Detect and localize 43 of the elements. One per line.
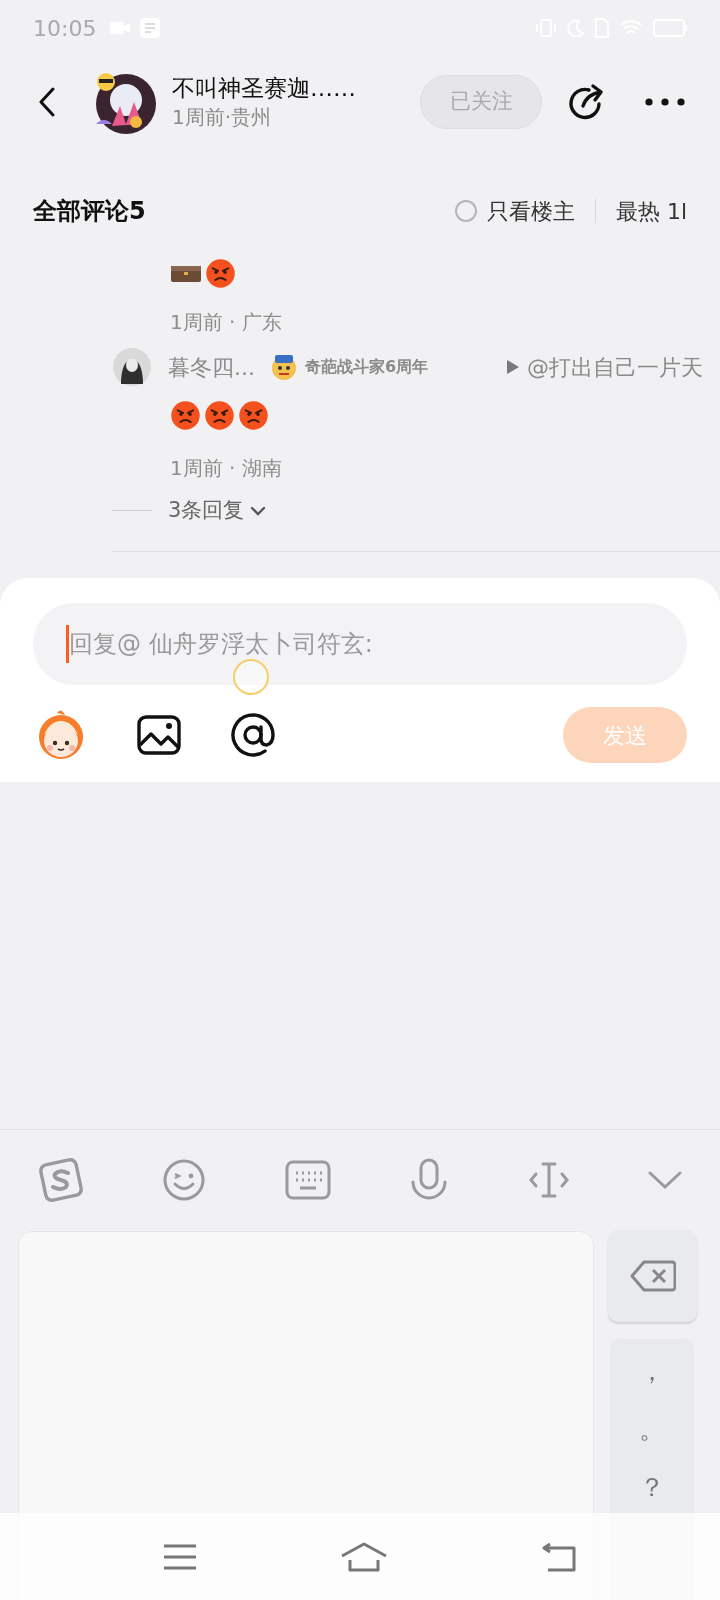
owner-only-radio[interactable] bbox=[454, 200, 477, 222]
emoji-icon[interactable] bbox=[162, 1157, 207, 1202]
image-icon[interactable] bbox=[137, 715, 181, 755]
home-icon[interactable] bbox=[340, 1541, 388, 1572]
back-icon bbox=[39, 87, 55, 117]
cartoon-badge-icon bbox=[269, 352, 299, 382]
angry-face-icon bbox=[238, 400, 269, 431]
owner-only-label[interactable]: 只看楼主 bbox=[486, 194, 575, 228]
back-icon[interactable] bbox=[542, 1541, 578, 1572]
chevron-down-icon[interactable] bbox=[647, 1169, 682, 1190]
reply-target[interactable]: @打出自己一片天 bbox=[527, 350, 703, 384]
keyboard-icon[interactable] bbox=[284, 1159, 331, 1200]
chevron-down-icon bbox=[250, 505, 267, 516]
angry-face-icon bbox=[204, 400, 235, 431]
comments-title: 全部评论5 bbox=[33, 196, 146, 227]
touch-indicator bbox=[233, 659, 269, 695]
angry-face-icon bbox=[205, 258, 236, 289]
user-avatar[interactable] bbox=[113, 348, 151, 386]
more-icon bbox=[645, 98, 685, 106]
comment-meta: 1周前 · 广东 bbox=[170, 309, 282, 336]
menu-icon[interactable] bbox=[163, 1542, 197, 1571]
status-time: 10:05 bbox=[33, 14, 97, 43]
text-cursor-icon[interactable] bbox=[527, 1160, 570, 1199]
angry-face-icon bbox=[170, 400, 201, 431]
follow-button[interactable]: 已关注 bbox=[420, 75, 542, 129]
reply-input[interactable]: 回复@ 仙舟罗浮太卜司符玄: bbox=[33, 603, 687, 685]
author-name[interactable]: 不叫神圣赛迦…… bbox=[172, 73, 356, 103]
reply-author[interactable]: 暮冬四... bbox=[168, 350, 255, 384]
play-arrow-icon bbox=[507, 360, 519, 374]
more-replies-button[interactable]: 3条回复 bbox=[168, 495, 267, 527]
backspace-icon bbox=[629, 1260, 676, 1292]
punctuation-key[interactable]: ， bbox=[622, 1353, 682, 1389]
app-notification-icon bbox=[140, 18, 161, 38]
badge-label: 奇葩战斗家6周年 bbox=[305, 356, 429, 378]
post-meta: 1周前·贵州 bbox=[172, 104, 273, 131]
punctuation-key[interactable]: ？ bbox=[622, 1469, 682, 1505]
at-sign-icon[interactable] bbox=[231, 713, 275, 757]
sogou-logo-icon[interactable] bbox=[38, 1156, 84, 1203]
sort-button[interactable]: 最热 1l bbox=[615, 194, 687, 228]
reply-meta: 1周前 · 湖南 bbox=[170, 455, 282, 482]
punctuation-key[interactable]: 。 bbox=[622, 1411, 682, 1447]
backspace-key[interactable] bbox=[608, 1230, 697, 1322]
text-cursor bbox=[66, 625, 69, 663]
